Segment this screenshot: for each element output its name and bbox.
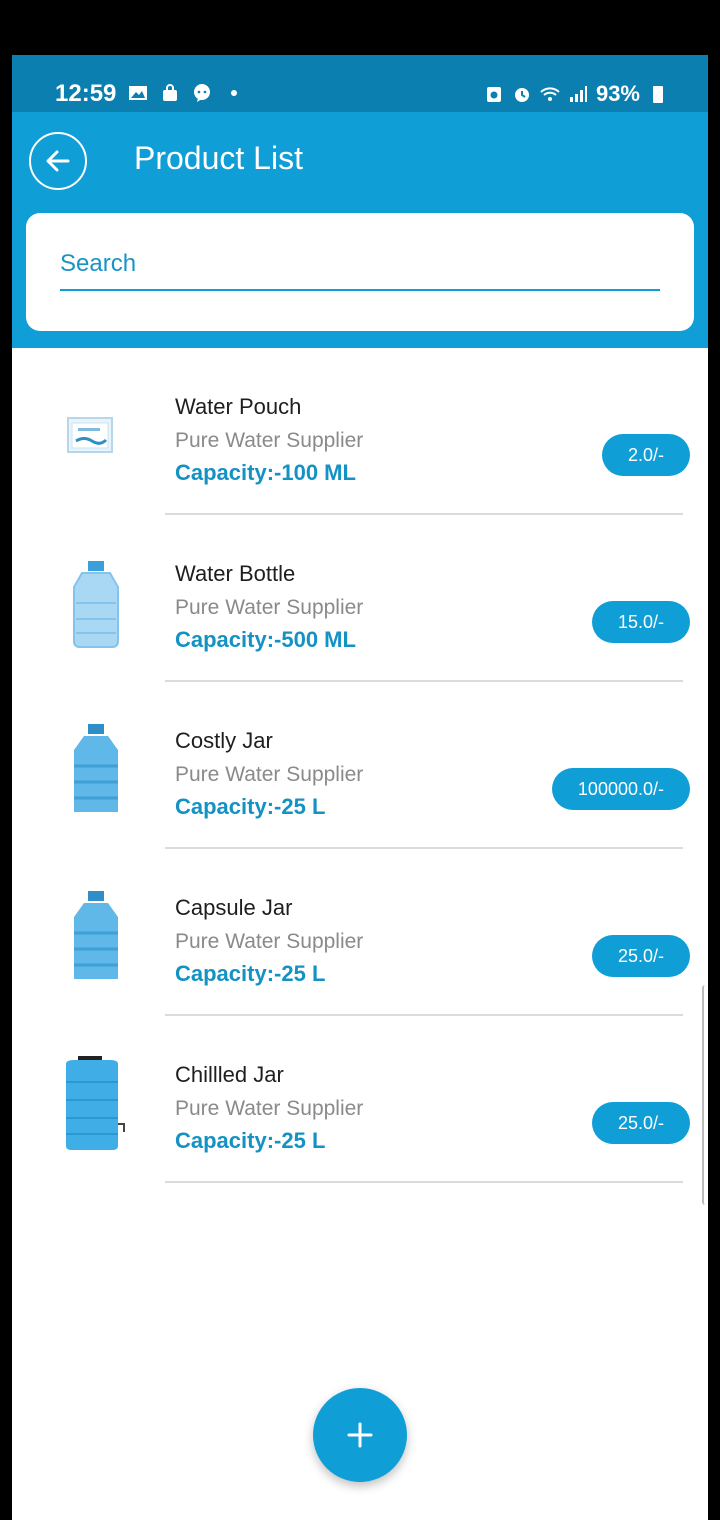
product-list: Water Pouch Pure Water Supplier Capacity… <box>12 348 708 1183</box>
list-item[interactable]: Water Pouch Pure Water Supplier Capacity… <box>12 348 708 515</box>
alarm-icon <box>514 88 529 102</box>
product-name: Capsule Jar <box>175 895 293 920</box>
app-screen: 12:59 93% Product List Search Water Pouc… <box>12 55 708 1520</box>
list-item[interactable]: Costly Jar Pure Water Supplier Capacity:… <box>12 682 708 849</box>
water-jar-icon <box>74 891 118 979</box>
arrow-left-icon <box>46 150 70 172</box>
gallery-icon <box>129 86 147 100</box>
app-bar: Product List <box>12 112 708 348</box>
chat-icon <box>194 84 210 102</box>
product-capacity: Capacity:-25 L <box>175 1128 326 1153</box>
product-supplier: Pure Water Supplier <box>175 930 364 953</box>
list-item[interactable]: Chillled Jar Pure Water Supplier Capacit… <box>12 1016 708 1183</box>
add-product-button[interactable] <box>313 1388 407 1482</box>
system-icons: 93% <box>484 81 668 107</box>
product-capacity: Capacity:-25 L <box>175 794 326 819</box>
divider <box>165 1181 683 1183</box>
price-badge[interactable]: 25.0/- <box>591 935 690 977</box>
list-item[interactable]: Capsule Jar Pure Water Supplier Capacity… <box>12 849 708 1016</box>
price-badge[interactable]: 2.0/- <box>601 434 690 476</box>
page-title: Product List <box>134 140 303 176</box>
price-badge[interactable]: 15.0/- <box>591 601 690 643</box>
wifi-icon <box>540 87 560 101</box>
price-badge[interactable]: 25.0/- <box>591 1102 690 1144</box>
price-badge[interactable]: 100000.0/- <box>551 768 690 810</box>
water-bottle-icon <box>73 561 119 648</box>
notification-icons <box>128 83 244 103</box>
status-bar: 12:59 93% <box>12 55 708 112</box>
search-input[interactable] <box>60 239 660 291</box>
battery-saver-icon <box>486 87 501 102</box>
product-name: Costly Jar <box>175 728 273 753</box>
dot-icon <box>231 90 237 96</box>
water-dispenser-icon <box>66 1056 125 1150</box>
product-capacity: Capacity:-100 ML <box>175 460 356 485</box>
battery-icon <box>653 86 663 103</box>
plus-icon <box>347 1422 373 1448</box>
product-supplier: Pure Water Supplier <box>175 1097 364 1120</box>
scroll-indicator[interactable] <box>702 985 708 1205</box>
product-capacity: Capacity:-25 L <box>175 961 326 986</box>
product-supplier: Pure Water Supplier <box>175 763 364 786</box>
status-time: 12:59 <box>55 80 117 107</box>
product-capacity: Capacity:-500 ML <box>175 627 356 652</box>
shopping-bag-icon <box>163 84 177 101</box>
water-pouch-icon <box>67 417 113 453</box>
search-card <box>26 213 694 331</box>
product-supplier: Pure Water Supplier <box>175 596 364 619</box>
list-item[interactable]: Water Bottle Pure Water Supplier Capacit… <box>12 515 708 682</box>
product-name: Water Bottle <box>175 561 296 586</box>
product-name: Chillled Jar <box>175 1062 284 1087</box>
back-button[interactable] <box>29 132 87 190</box>
water-jar-icon <box>74 724 118 812</box>
battery-percent: 93% <box>595 81 640 106</box>
signal-icon <box>569 86 587 102</box>
product-name: Water Pouch <box>175 394 302 419</box>
product-supplier: Pure Water Supplier <box>175 429 364 452</box>
